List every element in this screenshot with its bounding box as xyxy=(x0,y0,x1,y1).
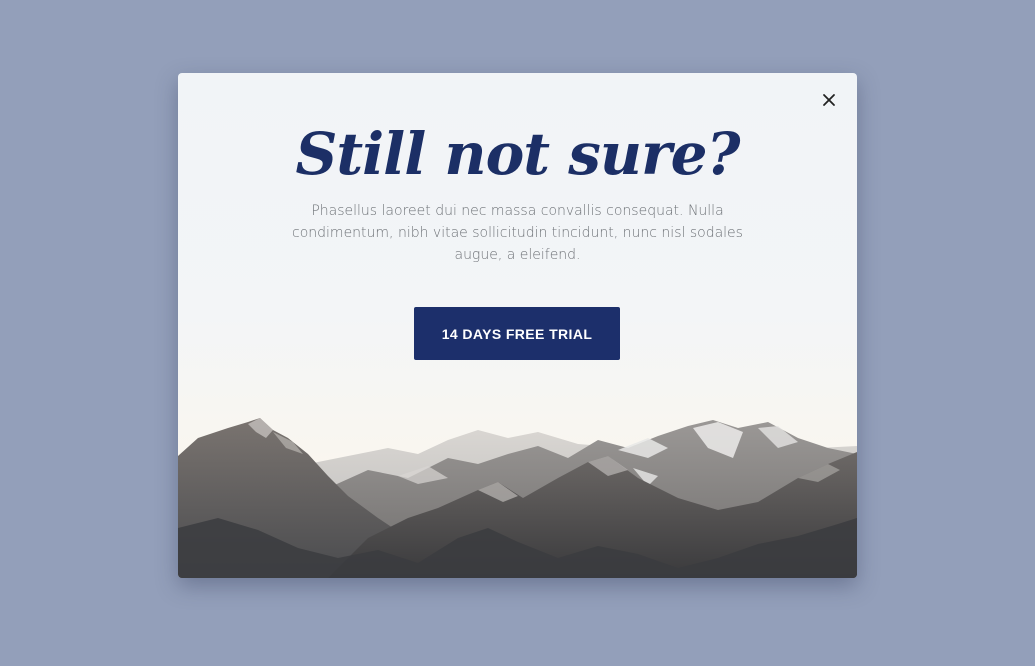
close-button[interactable] xyxy=(821,92,837,108)
mountain-landscape-image xyxy=(178,418,857,578)
close-icon xyxy=(823,94,835,106)
trial-modal: Still not sure? Phasellus laoreet dui ne… xyxy=(178,73,857,578)
modal-title: Still not sure? xyxy=(295,120,740,188)
free-trial-button[interactable]: 14 DAYS FREE TRIAL xyxy=(414,307,620,360)
modal-description: Phasellus laoreet dui nec massa convalli… xyxy=(292,203,743,263)
